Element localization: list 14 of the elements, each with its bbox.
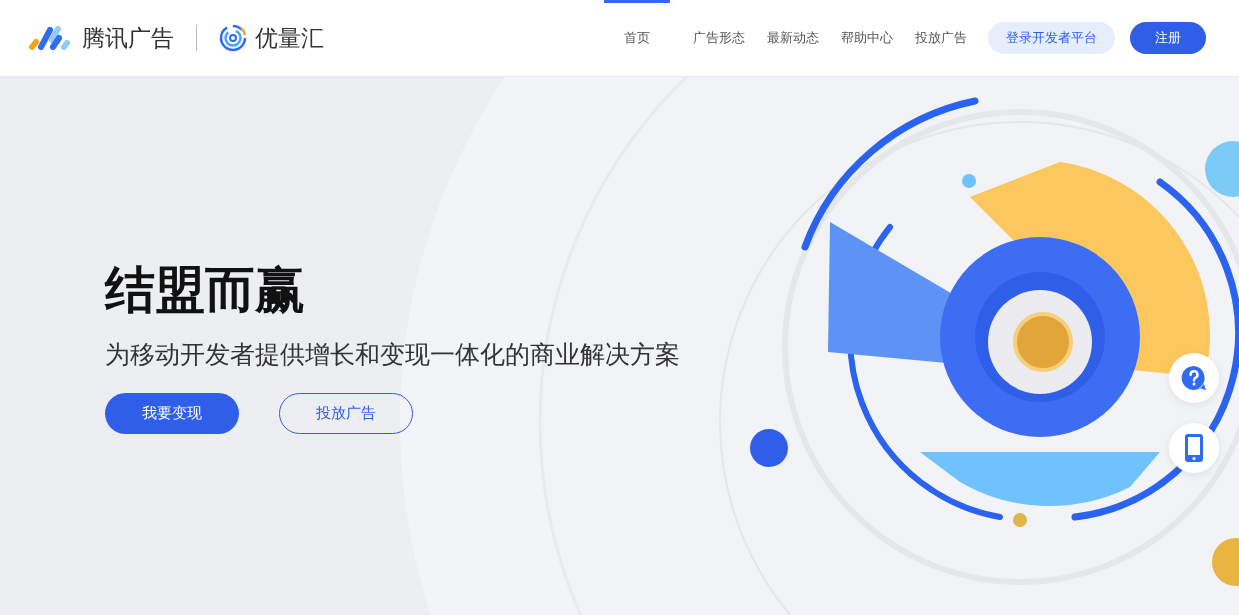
brand-name: 腾讯广告 bbox=[82, 23, 174, 53]
hero-title: 结盟而赢 bbox=[105, 260, 306, 321]
spiral-logo-icon bbox=[219, 24, 247, 52]
nav-tab[interactable]: 最新动态 bbox=[756, 0, 830, 76]
monetize-button[interactable]: 我要变现 bbox=[105, 393, 239, 434]
hero-subtitle: 为移动开发者提供增长和变现一体化的商业解决方案 bbox=[105, 339, 681, 371]
login-button[interactable]: 登录开发者平台 bbox=[988, 22, 1115, 54]
phone-icon bbox=[1184, 433, 1204, 463]
nav-tab[interactable]: 投放广告 bbox=[904, 0, 978, 76]
help-icon bbox=[1181, 365, 1207, 391]
product-name: 优量汇 bbox=[255, 23, 324, 53]
register-button[interactable]: 注册 bbox=[1130, 22, 1206, 54]
nav-tab[interactable]: 帮助中心 bbox=[830, 0, 904, 76]
nav-tab[interactable]: 广告形态 bbox=[682, 0, 756, 76]
